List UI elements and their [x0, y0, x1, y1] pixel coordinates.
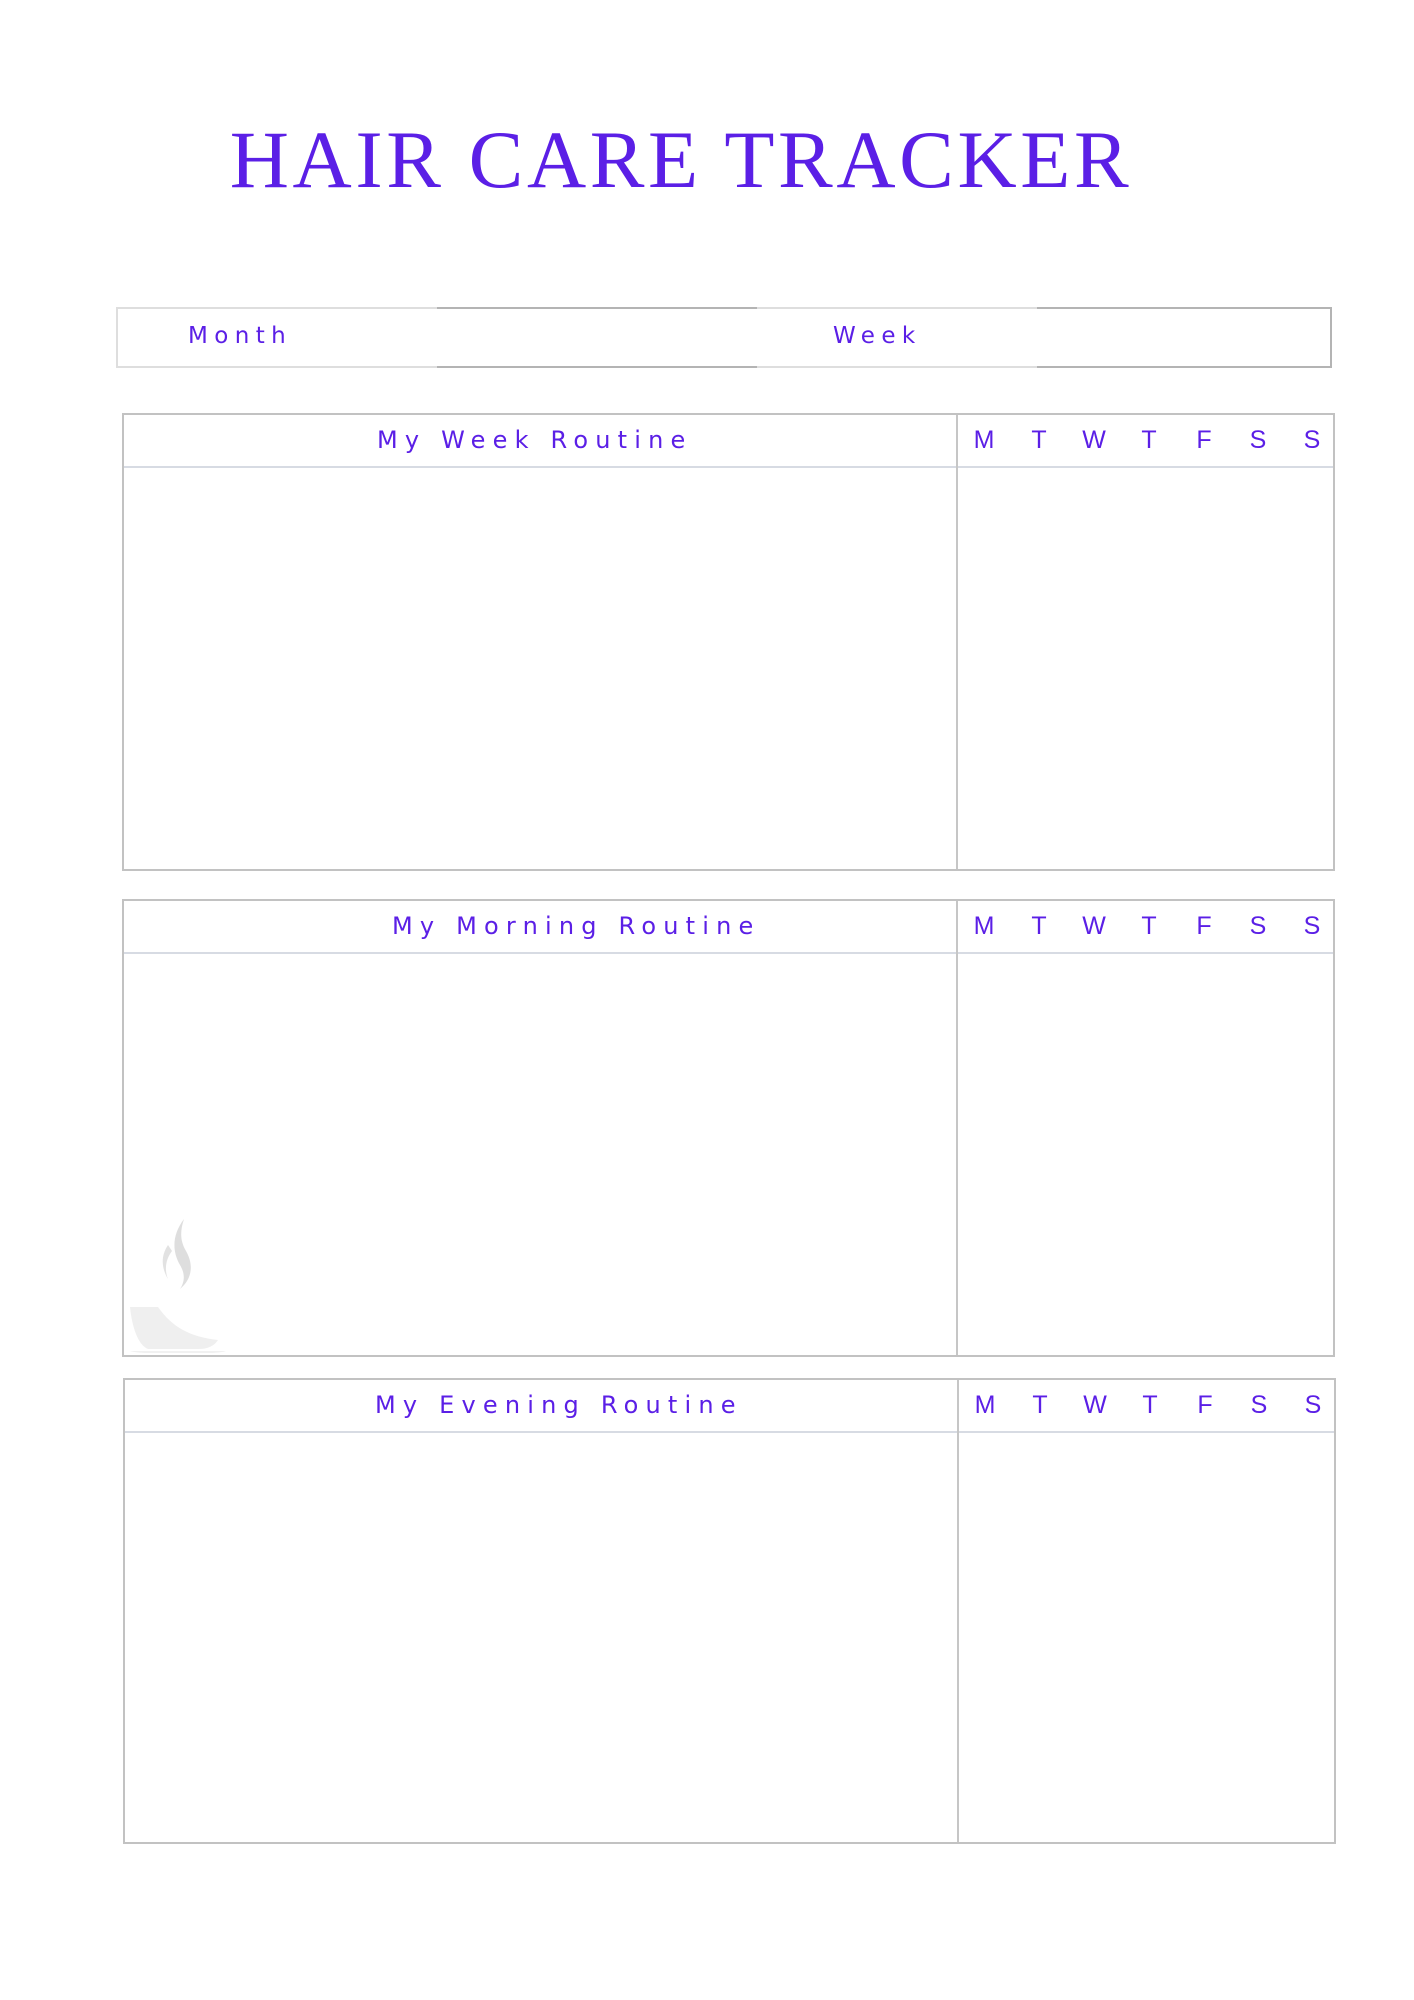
bar-border-right [1330, 307, 1332, 368]
evening-routine-title: My Evening Routine [375, 1391, 743, 1419]
day-label-sat: S [1249, 912, 1267, 940]
day-label-sat: S [1250, 1391, 1268, 1419]
saucer-icon [130, 1351, 226, 1353]
day-label-mon: M [974, 1391, 996, 1419]
day-label-mon: M [973, 912, 995, 940]
day-label-thu: T [1141, 426, 1157, 454]
bar-border-segment [437, 366, 757, 368]
morning-routine-title: My Morning Routine [392, 912, 761, 940]
bar-border-left [116, 307, 118, 368]
day-label-sun: S [1303, 912, 1321, 940]
page-title: HAIR CARE TRACKER [0, 112, 1414, 208]
bar-border-segment [757, 307, 1037, 309]
day-label-sun: S [1303, 426, 1321, 454]
cup-body-icon [130, 1307, 218, 1349]
bar-border-segment [437, 307, 757, 309]
evening-routine-table: My Evening Routine M T W T F S S [123, 1378, 1336, 1844]
morning-routine-header: My Morning Routine M T W T F S S [124, 901, 1333, 954]
bar-border-segment [1037, 307, 1332, 309]
morning-routine-table: My Morning Routine M T W T F S S [122, 899, 1335, 1357]
evening-routine-header: My Evening Routine M T W T F S S [125, 1380, 1334, 1433]
month-label: Month [188, 323, 293, 349]
week-routine-header: My Week Routine M T W T F S S [124, 415, 1333, 468]
bar-border-segment [757, 366, 1037, 368]
day-label-fri: F [1197, 1391, 1213, 1419]
day-label-wed: W [1082, 426, 1106, 454]
month-input[interactable] [316, 311, 796, 364]
day-label-tue: T [1031, 912, 1047, 940]
evening-routine-checkboxes[interactable] [959, 1433, 1334, 1842]
steam-right-icon [174, 1219, 191, 1289]
morning-routine-checkboxes[interactable] [958, 954, 1333, 1355]
day-label-sat: S [1249, 426, 1267, 454]
week-routine-title: My Week Routine [377, 426, 693, 454]
week-routine-notes[interactable] [124, 468, 956, 869]
morning-routine-notes[interactable] [124, 954, 956, 1355]
day-label-wed: W [1082, 912, 1106, 940]
week-routine-checkboxes[interactable] [958, 468, 1333, 869]
page-title-text: HAIR CARE TRACKER [229, 114, 1133, 205]
day-label-mon: M [973, 426, 995, 454]
evening-routine-notes[interactable] [125, 1433, 957, 1842]
day-label-wed: W [1083, 1391, 1107, 1419]
bar-border-segment [116, 366, 437, 368]
coffee-cup-icon [130, 1219, 226, 1353]
week-label: Week [833, 323, 922, 349]
month-week-bar: Month Week [116, 307, 1332, 368]
bar-border-segment [1037, 366, 1332, 368]
bar-border-segment [116, 307, 437, 309]
week-input[interactable] [956, 311, 1326, 364]
day-label-tue: T [1032, 1391, 1048, 1419]
day-label-thu: T [1141, 912, 1157, 940]
day-label-sun: S [1304, 1391, 1322, 1419]
day-label-fri: F [1196, 426, 1212, 454]
steam-left-icon [162, 1245, 172, 1279]
day-label-tue: T [1031, 426, 1047, 454]
day-label-fri: F [1196, 912, 1212, 940]
day-label-thu: T [1142, 1391, 1158, 1419]
week-routine-table: My Week Routine M T W T F S S [122, 413, 1335, 871]
